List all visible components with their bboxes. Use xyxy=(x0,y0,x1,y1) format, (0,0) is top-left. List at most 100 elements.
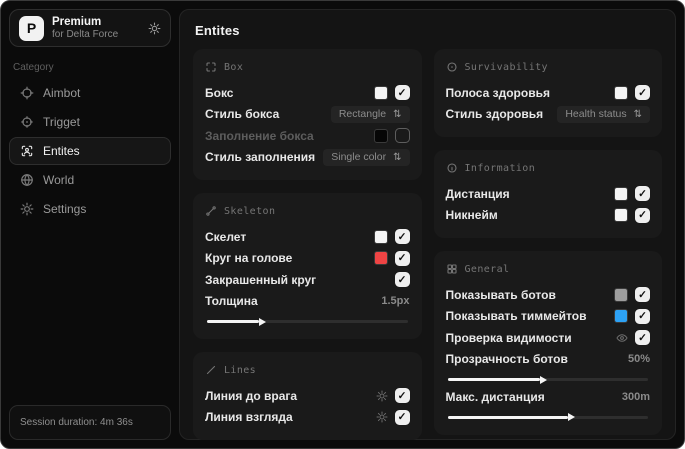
pulse-circle-icon xyxy=(446,61,458,73)
setting-row: Дистанция xyxy=(446,183,650,205)
setting-row: Стиль бокса Rectangle ⇅ xyxy=(205,104,410,126)
eye-icon[interactable] xyxy=(616,332,628,344)
slider-value: 300m xyxy=(621,390,650,403)
setting-label: Показывать тиммейтов xyxy=(445,309,587,324)
setting-row: Показывать тиммейтов xyxy=(445,306,650,328)
setting-row: Заполнение бокса xyxy=(205,125,410,147)
color-swatch[interactable] xyxy=(373,251,388,266)
color-swatch[interactable] xyxy=(614,85,628,100)
setting-label: Заполнение бокса xyxy=(205,128,314,143)
checkbox[interactable] xyxy=(394,85,410,101)
color-swatch[interactable] xyxy=(614,186,628,201)
fill-style-dropdown[interactable]: Single color ⇅ xyxy=(323,148,410,166)
sidebar-item-entites[interactable]: Entites xyxy=(9,137,171,165)
gear-icon[interactable] xyxy=(148,22,161,35)
setting-row: Линия до врага xyxy=(205,385,410,407)
chevron-updown-icon: ⇅ xyxy=(393,151,402,163)
color-swatch[interactable] xyxy=(373,229,388,244)
section-box: Box Бокс Стиль бокса Rectangle ⇅ xyxy=(193,49,422,180)
sidebar-item-label: World xyxy=(43,173,75,187)
slider-fill xyxy=(447,415,568,419)
setting-label: Закрашенный круг xyxy=(205,272,317,287)
dropdown-value: Health status xyxy=(565,108,627,121)
setting-row: Скелет xyxy=(205,226,410,248)
setting-label: Проверка видимости xyxy=(445,330,572,345)
section-survivability: Survivability Полоса здоровья Стиль здор… xyxy=(433,49,662,137)
section-title: Survivability xyxy=(464,61,548,73)
page-title: Entites xyxy=(195,23,240,38)
setting-row: Закрашенный круг xyxy=(205,269,410,291)
checkbox[interactable] xyxy=(394,250,410,266)
setting-label: Скелет xyxy=(205,229,247,244)
max-distance-slider[interactable] xyxy=(447,415,648,419)
color-swatch[interactable] xyxy=(614,309,628,324)
checkbox[interactable] xyxy=(635,308,650,324)
thickness-slider[interactable] xyxy=(207,320,408,323)
box-style-dropdown[interactable]: Rectangle ⇅ xyxy=(330,105,410,123)
app-window: P Premium for Delta Force Category Aimbo… xyxy=(0,0,685,449)
gear-icon[interactable] xyxy=(376,411,388,423)
setting-row: Линия взгляда xyxy=(205,407,410,429)
section-information: Information Дистанция Никнейм xyxy=(433,150,662,238)
diagonal-line-icon xyxy=(205,364,217,376)
crosshair-icon xyxy=(20,86,34,100)
checkbox[interactable] xyxy=(635,207,650,223)
setting-label: Прозрачность ботов xyxy=(445,352,568,367)
section-lines: Lines Линия до врага Линия взгляда xyxy=(193,352,422,440)
grid-icon xyxy=(446,263,458,275)
person-scan-icon xyxy=(20,144,34,158)
sidebar-item-settings[interactable]: Settings xyxy=(9,195,171,223)
category-label: Category xyxy=(13,62,54,73)
setting-row: Бокс xyxy=(205,82,410,104)
dropdown-value: Rectangle xyxy=(338,108,387,121)
setting-label: Полоса здоровья xyxy=(445,85,550,100)
checkbox[interactable] xyxy=(394,128,410,144)
color-swatch[interactable] xyxy=(373,128,388,143)
sidebar-item-label: Aimbot xyxy=(43,86,81,100)
setting-row: Круг на голове xyxy=(205,248,410,270)
chevron-updown-icon: ⇅ xyxy=(633,108,642,120)
checkbox[interactable] xyxy=(635,287,650,303)
checkbox[interactable] xyxy=(394,229,410,245)
checkbox[interactable] xyxy=(635,330,650,346)
brand-logo: P xyxy=(19,15,44,41)
gear-icon[interactable] xyxy=(376,390,388,402)
setting-row: Макс. дистанция 300m xyxy=(446,386,651,408)
checkbox[interactable] xyxy=(394,409,410,425)
health-style-dropdown[interactable]: Health status ⇅ xyxy=(557,105,650,123)
setting-label: Бокс xyxy=(205,85,234,100)
bot-opacity-slider[interactable] xyxy=(447,378,648,381)
checkbox[interactable] xyxy=(394,272,410,288)
color-swatch[interactable] xyxy=(614,287,628,302)
checkbox[interactable] xyxy=(635,186,650,202)
brand-card: P Premium for Delta Force xyxy=(9,9,171,47)
sidebar-item-world[interactable]: World xyxy=(9,166,171,194)
setting-label: Макс. дистанция xyxy=(445,389,545,404)
target-icon xyxy=(20,115,34,129)
section-title: Lines xyxy=(224,364,257,376)
sidebar-item-trigget[interactable]: Trigget xyxy=(9,108,171,136)
setting-row: Стиль заполнения Single color ⇅ xyxy=(205,147,410,169)
setting-label: Линия до врага xyxy=(205,388,298,403)
brand-title: Premium xyxy=(52,15,102,28)
slider-value: 1.5px xyxy=(381,295,410,308)
color-swatch[interactable] xyxy=(614,208,628,223)
info-icon xyxy=(446,162,458,174)
section-general: General Показывать ботов Показывать тимм… xyxy=(433,251,662,435)
brand-logo-letter: P xyxy=(26,20,37,36)
setting-row: Проверка видимости xyxy=(445,327,650,349)
main-panel: Entites Box Бокс ✓ Стиль бокса Rectangle… xyxy=(179,9,676,440)
right-column: Survivability Полоса здоровья Стиль здор… xyxy=(433,49,662,435)
setting-label: Стиль здоровья xyxy=(445,107,544,122)
brand-subtitle: for Delta Force xyxy=(52,28,119,40)
setting-label: Линия взгляда xyxy=(205,410,293,425)
color-swatch[interactable] xyxy=(373,85,388,100)
section-title: Box xyxy=(224,61,244,73)
sidebar-item-label: Trigget xyxy=(43,115,80,129)
setting-label: Показывать ботов xyxy=(445,287,556,302)
sidebar-nav: Aimbot Trigget Entites World Settings xyxy=(9,79,171,223)
checkbox[interactable] xyxy=(635,85,650,101)
checkbox[interactable] xyxy=(394,388,410,404)
gear-icon xyxy=(20,202,34,216)
sidebar-item-aimbot[interactable]: Aimbot xyxy=(9,79,171,107)
